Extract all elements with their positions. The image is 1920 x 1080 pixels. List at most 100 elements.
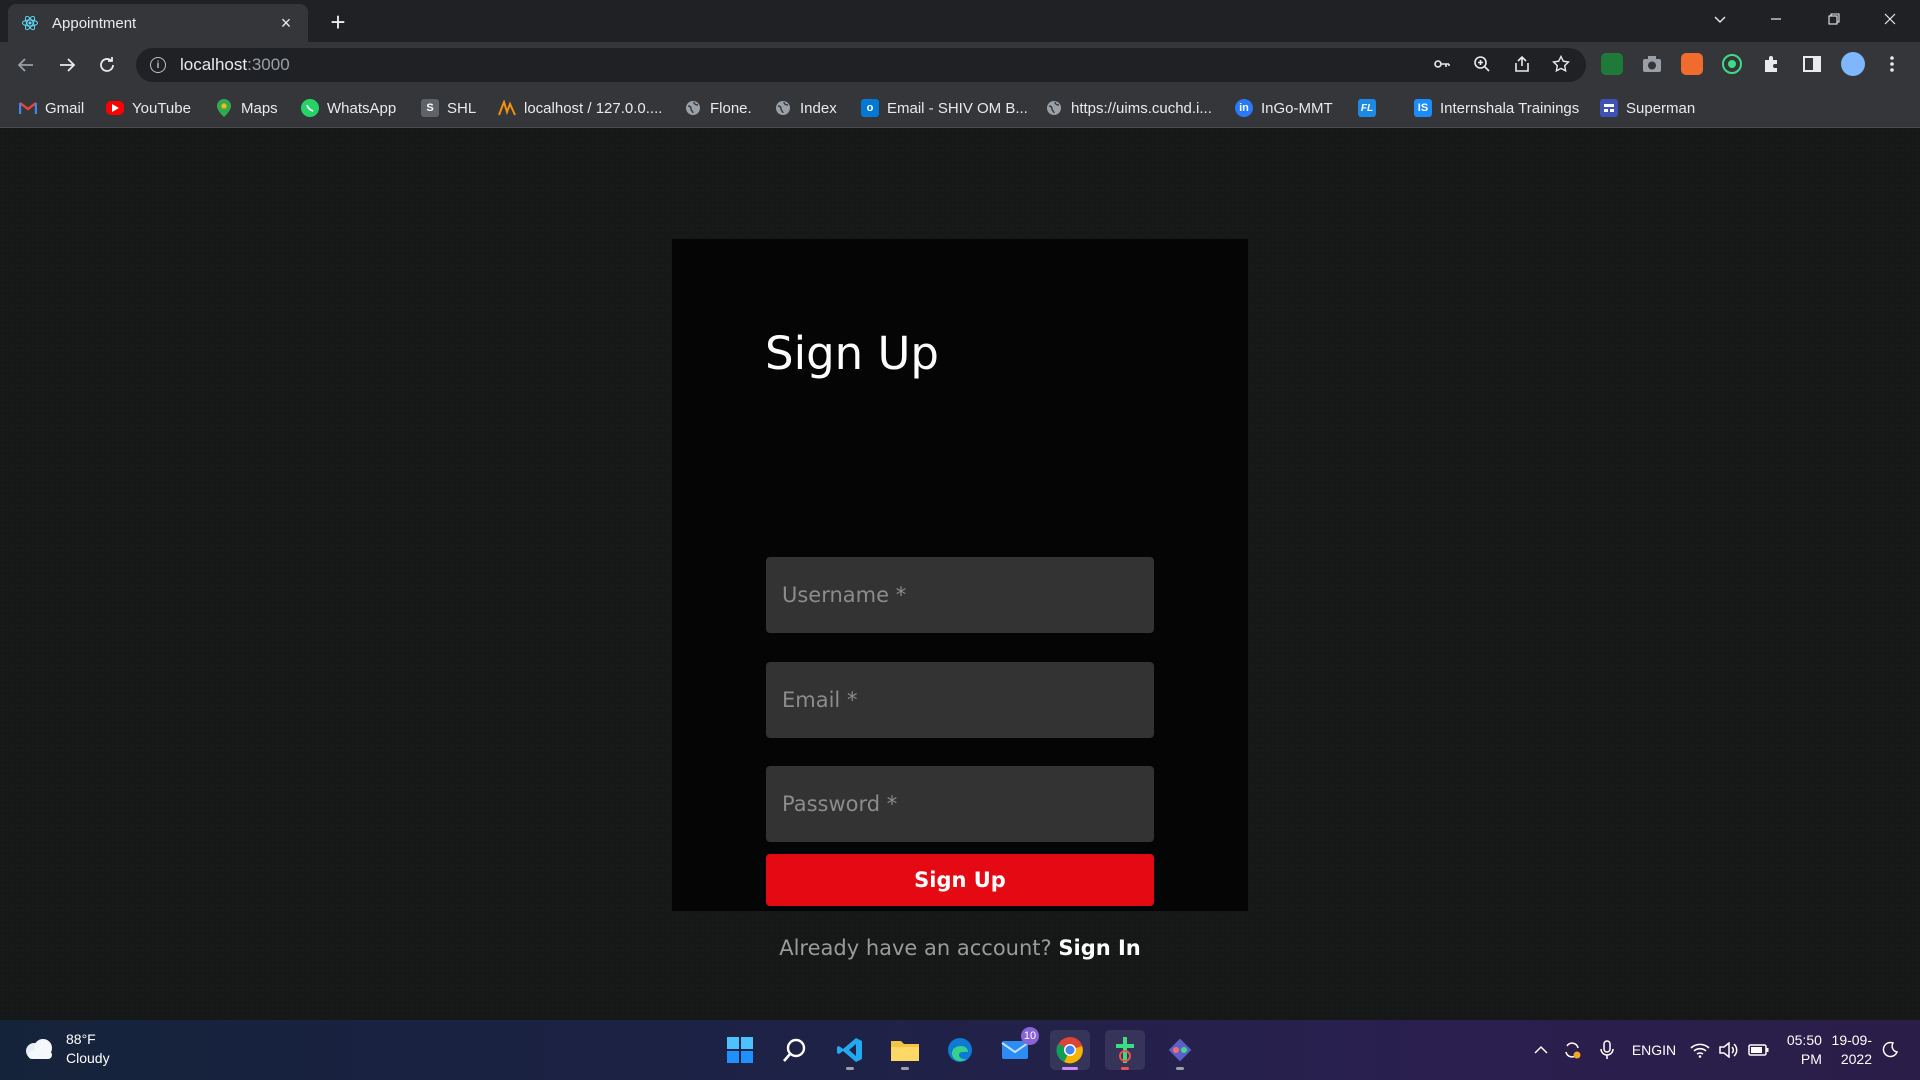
bookmark-email[interactable]: o Email - SHIV OM B...: [861, 96, 1028, 120]
extension-3-icon[interactable]: [1681, 53, 1703, 75]
weather-desc: Cloudy: [66, 1050, 110, 1066]
camera-icon[interactable]: [1641, 53, 1663, 75]
lang-bottom: IN: [1662, 1041, 1677, 1058]
signup-button[interactable]: Sign Up: [766, 854, 1154, 906]
close-window-icon[interactable]: [1862, 0, 1918, 38]
react-icon: [20, 13, 40, 33]
volume-icon[interactable]: [1716, 1020, 1742, 1080]
bookmark-label: WhatsApp: [327, 99, 397, 117]
fl-icon: FL: [1358, 99, 1376, 117]
vscode-icon[interactable]: [830, 1030, 870, 1070]
signin-link[interactable]: Sign In: [1058, 936, 1140, 960]
start-button[interactable]: [720, 1030, 760, 1070]
bookmark-flone[interactable]: Flone.: [684, 96, 752, 120]
chevron-up-icon[interactable]: [1530, 1020, 1552, 1080]
bookmark-label: Flone.: [710, 99, 752, 117]
profile-avatar[interactable]: [1841, 52, 1865, 76]
battery-icon[interactable]: [1746, 1020, 1772, 1080]
microphone-icon[interactable]: [1596, 1020, 1618, 1080]
search-icon[interactable]: [775, 1030, 815, 1070]
chrome-icon[interactable]: [1050, 1030, 1090, 1070]
bookmark-label: Superman: [1626, 99, 1696, 117]
file-explorer-icon[interactable]: [885, 1030, 925, 1070]
password-input[interactable]: [766, 766, 1154, 842]
restore-icon[interactable]: [1806, 0, 1862, 38]
bookmark-shl[interactable]: S SHL: [421, 96, 476, 120]
tab-title: Appointment: [52, 14, 137, 32]
node-app-icon[interactable]: [1105, 1030, 1145, 1070]
bookmark-label: Gmail: [45, 99, 85, 117]
account-prompt-text: Already have an account?: [779, 936, 1052, 960]
active-indicator: [1062, 1067, 1078, 1070]
bookmark-ingo[interactable]: in InGo-MMT: [1235, 96, 1333, 120]
weather-text: 88°F Cloudy: [66, 1030, 110, 1068]
username-input[interactable]: [766, 557, 1154, 633]
bookmark-index[interactable]: Index: [774, 96, 837, 120]
clock-date: 19-09-2022: [1831, 1032, 1872, 1067]
extension-4-icon[interactable]: [1721, 53, 1743, 75]
site-info-icon[interactable]: i: [150, 57, 166, 73]
close-tab-icon[interactable]: ×: [276, 13, 296, 33]
bookmark-label: localhost / 127.0.0....: [524, 99, 663, 117]
email-input[interactable]: [766, 662, 1154, 738]
minimize-icon[interactable]: [1748, 0, 1804, 38]
side-panel-icon[interactable]: [1801, 53, 1823, 75]
bookmark-maps[interactable]: Maps: [215, 96, 278, 120]
wifi-icon[interactable]: [1687, 1020, 1713, 1080]
bookmark-internshala[interactable]: IS Internshala Trainings: [1414, 96, 1579, 120]
browser-toolbar: i localhost:3000: [0, 42, 1920, 88]
bookmark-label: Index: [800, 99, 837, 117]
address-bar[interactable]: i localhost:3000: [136, 48, 1586, 82]
language-indicator[interactable]: ENG IN: [1630, 1020, 1678, 1080]
url-host: localhost: [180, 55, 248, 74]
tab-search-icon[interactable]: [1692, 0, 1748, 38]
globe-icon: [774, 99, 792, 117]
share-icon[interactable]: [1507, 49, 1537, 79]
signup-card: Sign Up Sign Up Already have an account?…: [672, 239, 1248, 960]
extensions-puzzle-icon[interactable]: [1761, 53, 1783, 75]
bookmark-label: Internshala Trainings: [1440, 99, 1580, 117]
page-background: Sign Up Sign Up Already have an account?…: [0, 128, 1920, 1020]
running-indicator: [1121, 1067, 1129, 1070]
bookmark-whatsapp[interactable]: WhatsApp: [301, 96, 396, 120]
maps-icon: [215, 99, 233, 117]
running-indicator: [1176, 1067, 1184, 1070]
bookmark-label: https://uims.cuchd.i...: [1071, 99, 1212, 117]
mail-icon[interactable]: 10: [995, 1027, 1039, 1070]
sync-icon[interactable]: [1559, 1020, 1585, 1080]
url-port: :3000: [247, 55, 290, 74]
bookmark-youtube[interactable]: YouTube: [106, 96, 191, 120]
tab-appointment[interactable]: Appointment ×: [8, 4, 308, 42]
youtube-icon: [106, 101, 124, 115]
bookmark-label: InGo-MMT: [1261, 99, 1333, 117]
edge-icon[interactable]: [940, 1030, 980, 1070]
lang-top: ENG: [1631, 1041, 1663, 1058]
bookmark-gmail[interactable]: Gmail: [19, 96, 84, 120]
bookmark-phpmyadmin[interactable]: localhost / 127.0.0....: [498, 96, 662, 120]
menu-icon[interactable]: [1881, 53, 1903, 75]
clock[interactable]: 05:50 PM 19-09-2022: [1780, 1020, 1872, 1080]
bookmark-label: Maps: [241, 99, 278, 117]
taskbar: 88°F Cloudy 10 ENG IN 05:50 PM 19-09-202…: [0, 1020, 1920, 1080]
new-tab-button[interactable]: +: [322, 6, 354, 38]
cloud-icon: [22, 1038, 56, 1060]
ingo-icon: in: [1235, 99, 1253, 117]
phpmyadmin-icon: [498, 99, 516, 117]
weather-widget[interactable]: 88°F Cloudy: [22, 1030, 110, 1068]
git-app-icon[interactable]: [1160, 1030, 1200, 1070]
weather-temp: 88°F: [66, 1031, 96, 1047]
bookmark-label: Email - SHIV OM B...: [887, 99, 1028, 117]
back-icon[interactable]: [10, 49, 42, 81]
bookmark-superman[interactable]: Superman: [1600, 96, 1695, 120]
bookmark-uims[interactable]: https://uims.cuchd.i...: [1045, 96, 1212, 120]
running-indicator: [901, 1067, 909, 1070]
zoom-icon[interactable]: [1467, 49, 1497, 79]
reload-icon[interactable]: [91, 49, 123, 81]
forward-icon[interactable]: [51, 49, 83, 81]
bookmark-fl[interactable]: FL: [1358, 96, 1376, 120]
key-icon[interactable]: [1427, 49, 1457, 79]
notification-icon[interactable]: [1878, 1020, 1902, 1080]
extension-1-icon[interactable]: [1601, 53, 1623, 75]
bookmark-star-icon[interactable]: [1546, 49, 1576, 79]
whatsapp-icon: [301, 99, 319, 117]
